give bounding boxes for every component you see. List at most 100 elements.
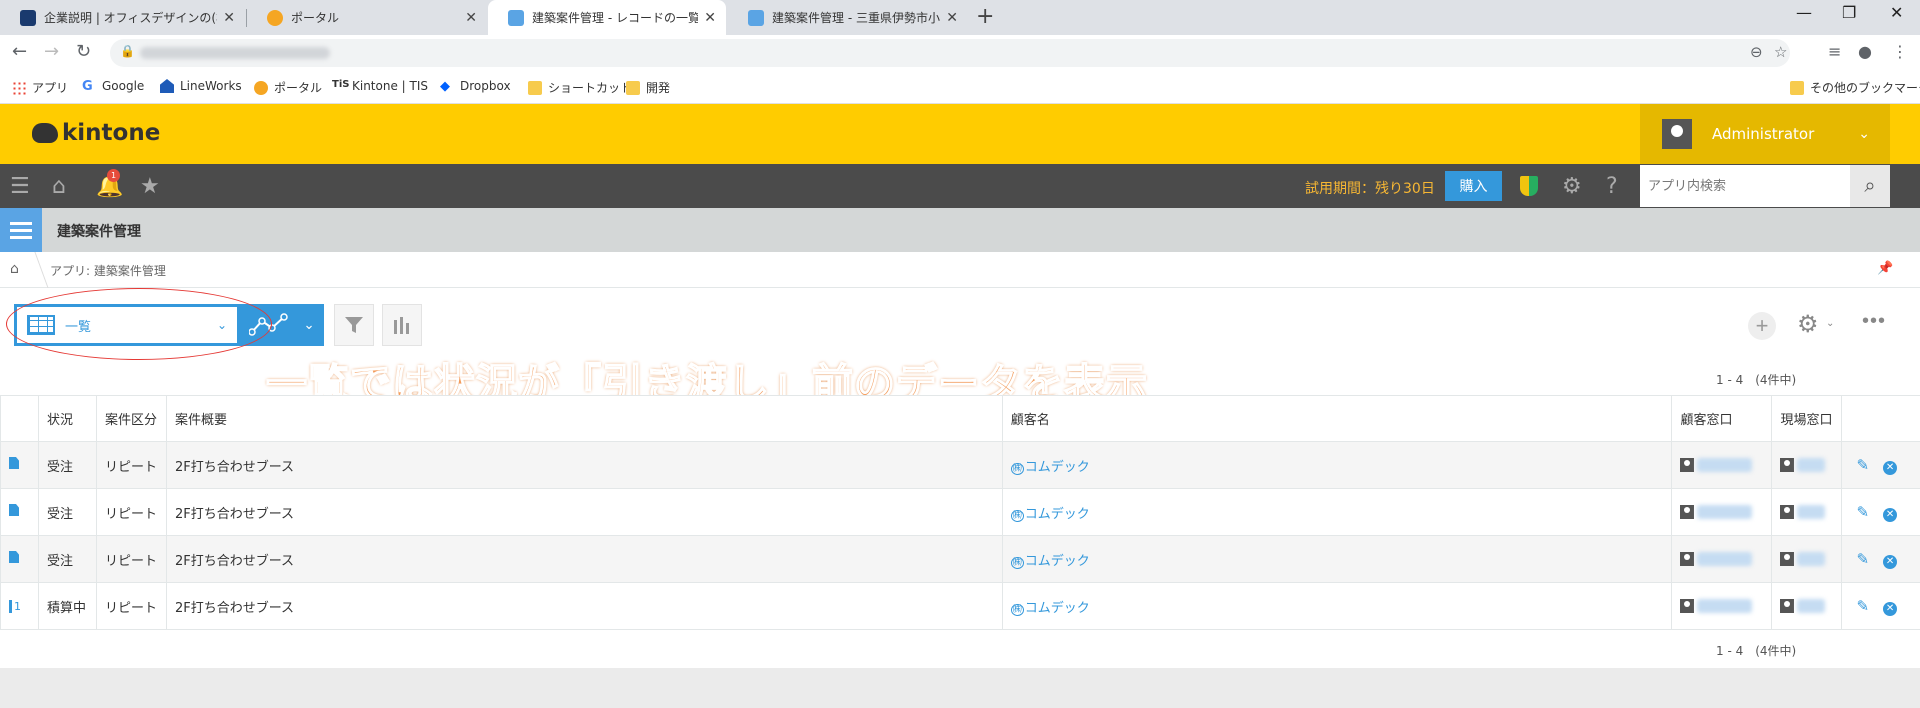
company-prefix: ㈱ — [1010, 556, 1024, 569]
graph-view-button[interactable]: ⌄ — [240, 304, 324, 346]
kintone-header: kintone Administrator ⌄ — [0, 104, 1920, 164]
browser-tab-record-list[interactable]: 建築案件管理 - レコードの一覧 ✕ — [488, 0, 726, 35]
record-detail-draft-icon[interactable]: 1 — [9, 599, 21, 613]
pencil-icon[interactable]: ✎ — [1856, 550, 1869, 568]
beginner-mark-icon[interactable] — [1520, 176, 1538, 196]
menu-icon[interactable]: ⋮ — [1892, 42, 1908, 61]
close-icon[interactable]: ✕ — [946, 10, 958, 26]
customer-name: コムデック — [1024, 600, 1090, 616]
record-detail-icon[interactable] — [9, 457, 19, 469]
bookmark-dev[interactable]: 開発 — [626, 79, 670, 96]
browser-tab-company[interactable]: 企業説明 | オフィスデザインの(株)ステ ✕ — [0, 0, 245, 35]
hamburger-menu-icon[interactable]: ☰ — [10, 174, 30, 199]
help-icon[interactable]: ? — [1606, 174, 1618, 199]
restore-icon[interactable]: ❐ — [1842, 3, 1856, 22]
tab-label: 企業説明 | オフィスデザインの(株)ステ — [44, 11, 217, 25]
kintone-cloud-icon — [32, 123, 58, 143]
back-icon[interactable]: ← — [12, 41, 27, 62]
close-icon[interactable]: ✕ — [465, 10, 477, 26]
record-detail-icon[interactable] — [9, 551, 19, 563]
customer-link[interactable]: ㈱コムデック — [1010, 553, 1090, 569]
tab-label: 建築案件管理 - 三重県伊勢市小 — [772, 11, 940, 25]
home-icon[interactable]: ⌂ — [52, 174, 66, 199]
more-options-icon[interactable]: ••• — [1862, 310, 1886, 333]
chart-button[interactable] — [382, 304, 422, 346]
global-nav: ☰ ⌂ 🔔 1 ★ 試用期間：残り30日 購入 ⚙ ? ⌕ — [0, 164, 1920, 208]
delete-icon[interactable]: ✕ — [1883, 601, 1898, 616]
cell-category: リピート — [95, 582, 167, 630]
delete-icon[interactable]: ✕ — [1883, 507, 1898, 522]
bookmark-portal[interactable]: ポータル — [254, 79, 322, 96]
home-icon[interactable]: ⌂ — [10, 261, 19, 277]
profile-icon[interactable]: ● — [1858, 42, 1872, 61]
breadcrumb: ⌂ アプリ: 建築案件管理 📌 — [0, 252, 1920, 288]
filter-button[interactable] — [334, 304, 374, 346]
reload-icon[interactable]: ↻ — [76, 41, 91, 62]
browser-toolbar: ← → ↻ 🔒 ⊖ ☆ ≡ ● ⋮ — [0, 35, 1920, 71]
bookmark-label: ショートカット — [548, 81, 633, 95]
add-record-button[interactable]: + — [1748, 312, 1776, 340]
bookmark-other[interactable]: その他のブックマーク — [1790, 79, 1920, 96]
address-bar[interactable]: 🔒 ⊖ ☆ — [110, 39, 1790, 67]
bookmark-lineworks[interactable]: LineWorks — [160, 79, 242, 93]
star-icon[interactable]: ★ — [140, 174, 160, 199]
cell-category: リピート — [95, 535, 167, 583]
delete-icon[interactable]: ✕ — [1883, 460, 1898, 475]
new-tab-icon[interactable]: + — [976, 4, 994, 29]
customer-link[interactable]: ㈱コムデック — [1010, 600, 1090, 616]
dropbox-icon: ◆ — [440, 79, 450, 94]
user-icon — [1680, 458, 1695, 472]
breadcrumb-app[interactable]: アプリ: 建築案件管理 — [50, 262, 166, 279]
bookmark-dropbox[interactable]: ◆ Dropbox — [440, 79, 511, 94]
pencil-icon[interactable]: ✎ — [1856, 503, 1869, 521]
forward-icon[interactable]: → — [44, 41, 59, 62]
reading-list-icon[interactable]: ≡ — [1828, 42, 1841, 61]
tab-label: ポータル — [291, 11, 340, 25]
header-category[interactable]: 案件区分 — [95, 395, 167, 442]
url-blurred — [140, 47, 330, 59]
company-favicon-icon — [20, 9, 36, 26]
pencil-icon[interactable]: ✎ — [1856, 597, 1869, 615]
header-summary[interactable]: 案件概要 — [165, 395, 1003, 442]
header-customer-contact[interactable]: 顧客窓口 — [1671, 395, 1772, 442]
app-title[interactable]: 建築案件管理 — [57, 221, 141, 241]
user-menu[interactable]: Administrator ⌄ — [1640, 104, 1890, 164]
bookmark-label: アプリ — [32, 81, 69, 95]
user-name: Administrator — [1712, 125, 1815, 143]
blurred-user-name — [1697, 599, 1753, 613]
user-icon — [1680, 599, 1695, 613]
search-icon[interactable]: ⌕ — [1850, 165, 1890, 207]
bookmark-kintone-tis[interactable]: TiS Kintone | TIS — [332, 79, 428, 93]
minimize-icon[interactable]: — — [1796, 3, 1812, 22]
portal-icon — [254, 80, 268, 95]
bookmark-shortcut[interactable]: ショートカット — [528, 79, 632, 96]
close-icon[interactable]: ✕ — [223, 10, 235, 26]
pencil-icon[interactable]: ✎ — [1856, 456, 1869, 474]
zoom-icon[interactable]: ⊖ — [1750, 43, 1763, 61]
header-customer[interactable]: 顧客名 — [1001, 395, 1672, 442]
bookmark-google[interactable]: G Google — [82, 79, 144, 94]
buy-button[interactable]: 購入 — [1445, 171, 1502, 201]
bookmark-star-icon[interactable]: ☆ — [1774, 43, 1787, 61]
pin-icon[interactable]: 📌 — [1877, 261, 1893, 276]
browser-tab-portal[interactable]: ポータル ✕ — [247, 0, 487, 35]
app-search-input[interactable] — [1640, 165, 1850, 207]
table-row: 受注 リピート 2F打ち合わせブース ㈱コムデック ✎ ✕ — [0, 488, 1920, 536]
app-list-icon[interactable] — [0, 208, 42, 252]
customer-link[interactable]: ㈱コムデック — [1010, 507, 1090, 522]
header-status[interactable]: 状況 — [37, 395, 97, 442]
record-detail-icon[interactable] — [9, 504, 19, 516]
bookmark-apps[interactable]: アプリ — [12, 79, 68, 96]
customer-link[interactable]: ㈱コムデック — [1010, 460, 1090, 475]
view-selector[interactable]: 一覧 ⌄ — [14, 304, 240, 346]
gear-icon[interactable]: ⚙ — [1562, 174, 1582, 199]
cell-status: 受注 — [37, 488, 97, 536]
gear-icon[interactable]: ⚙ — [1797, 310, 1819, 339]
window-close-icon[interactable]: ✕ — [1890, 3, 1903, 22]
header-site-contact[interactable]: 現場窓口 — [1771, 395, 1842, 442]
customer-name: コムデック — [1024, 553, 1090, 569]
kintone-logo[interactable]: kintone — [32, 120, 160, 146]
browser-tab-record-detail[interactable]: 建築案件管理 - 三重県伊勢市小 ✕ — [728, 0, 968, 35]
delete-icon[interactable]: ✕ — [1883, 554, 1898, 569]
close-icon[interactable]: ✕ — [704, 10, 716, 26]
